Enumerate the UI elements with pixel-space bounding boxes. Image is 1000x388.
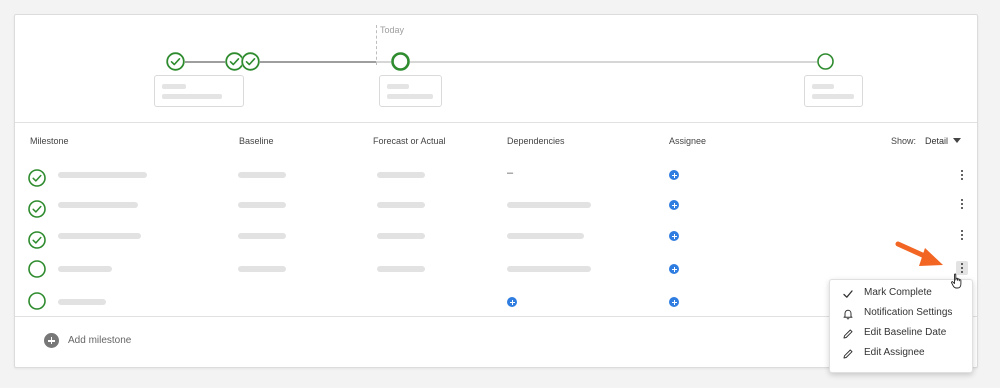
circle-icon	[817, 53, 834, 70]
menu-item-label: Edit Baseline Date	[864, 327, 947, 338]
menu-item-label: Edit Assignee	[864, 347, 925, 358]
add-assignee-icon[interactable]	[669, 297, 679, 307]
milestone-timeline: Today	[15, 15, 977, 122]
add-assignee-icon[interactable]	[669, 231, 679, 241]
row-actions-menu-button[interactable]	[956, 228, 968, 242]
baseline-date	[238, 266, 286, 272]
circle-icon[interactable]	[28, 292, 46, 310]
annotation-arrow-icon	[895, 241, 943, 266]
pencil-icon	[843, 349, 853, 359]
caret-down-icon	[953, 138, 962, 143]
dependencies-value	[507, 233, 584, 239]
show-label: Show:	[891, 136, 917, 146]
milestone-name[interactable]	[58, 172, 147, 178]
baseline-date	[238, 233, 286, 239]
bell-icon	[843, 309, 853, 320]
timeline-milestone-current[interactable]	[391, 52, 410, 71]
check-circle-icon	[241, 52, 260, 71]
add-milestone-label: Add milestone	[68, 335, 132, 346]
plus-circle-icon	[44, 333, 59, 348]
circle-icon	[391, 52, 410, 71]
dependencies-empty: –	[507, 167, 514, 179]
add-assignee-icon[interactable]	[669, 200, 679, 210]
dependencies-value	[507, 266, 591, 272]
today-label: Today	[380, 25, 405, 35]
view-mode-value: Detail	[925, 136, 949, 146]
timeline-divider	[15, 122, 977, 123]
timeline-milestone-upcoming[interactable]	[817, 53, 834, 70]
timeline-milestone-complete[interactable]	[241, 52, 260, 71]
hand-cursor-icon	[951, 273, 962, 289]
menu-item-label: Mark Complete	[864, 287, 932, 298]
menu-item-notification-settings[interactable]: Notification Settings	[830, 304, 972, 324]
add-dependency-icon[interactable]	[507, 297, 517, 307]
dependencies-value	[507, 202, 591, 208]
milestone-name[interactable]	[58, 202, 138, 208]
row-actions-menu-button[interactable]	[956, 197, 968, 211]
column-header-forecast: Forecast or Actual	[373, 136, 446, 146]
milestone-name[interactable]	[58, 266, 112, 272]
forecast-date	[377, 266, 425, 272]
row-actions-menu-button[interactable]	[956, 168, 968, 182]
timeline-milestone-complete[interactable]	[166, 52, 185, 71]
view-mode-select[interactable]: Detail	[925, 136, 962, 146]
column-header-assignee: Assignee	[669, 136, 707, 146]
timeline-summary-card[interactable]	[379, 75, 442, 107]
menu-item-edit-assignee[interactable]: Edit Assignee	[830, 344, 972, 364]
forecast-date	[377, 233, 425, 239]
checkmark-icon	[843, 290, 853, 298]
baseline-date	[238, 202, 286, 208]
check-circle-icon[interactable]	[28, 169, 46, 187]
circle-icon[interactable]	[28, 260, 46, 278]
check-circle-icon[interactable]	[28, 200, 46, 218]
milestone-name[interactable]	[58, 233, 141, 239]
add-assignee-icon[interactable]	[669, 170, 679, 180]
row-actions-menu: Mark Complete Notification Settings Edit…	[829, 279, 973, 373]
today-marker	[376, 25, 377, 65]
forecast-date	[377, 202, 425, 208]
forecast-date	[377, 172, 425, 178]
timeline-summary-card[interactable]	[154, 75, 244, 107]
menu-item-edit-baseline-date[interactable]: Edit Baseline Date	[830, 324, 972, 344]
menu-item-label: Notification Settings	[864, 307, 953, 318]
timeline-progress-line	[175, 61, 376, 63]
column-header-dependencies: Dependencies	[507, 136, 565, 146]
timeline-summary-card[interactable]	[804, 75, 863, 107]
add-assignee-icon[interactable]	[669, 264, 679, 274]
check-circle-icon	[166, 52, 185, 71]
check-circle-icon[interactable]	[28, 231, 46, 249]
pencil-icon	[843, 329, 853, 339]
column-header-baseline: Baseline	[239, 136, 274, 146]
baseline-date	[238, 172, 286, 178]
column-header-milestone: Milestone	[30, 136, 69, 146]
timeline-remaining-line	[376, 61, 826, 63]
milestone-name[interactable]	[58, 299, 106, 305]
